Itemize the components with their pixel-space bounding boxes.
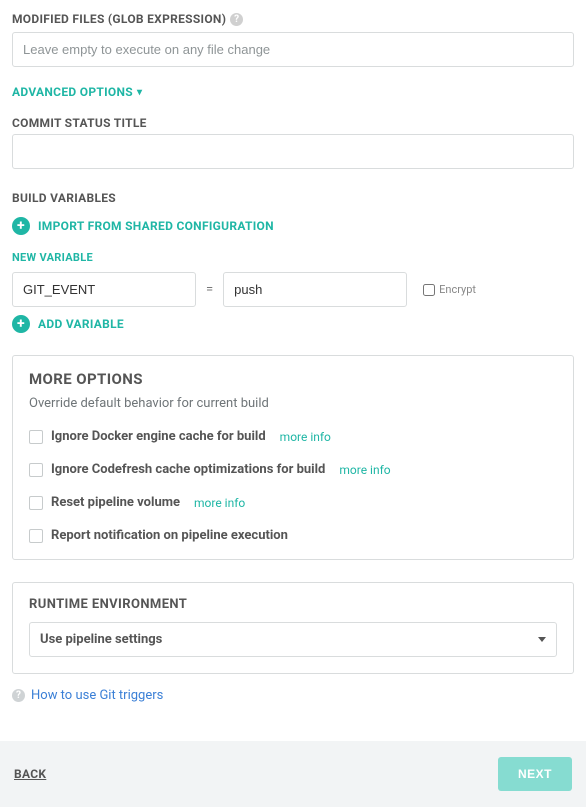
advanced-options-toggle[interactable]: ADVANCED OPTIONS ▾ bbox=[12, 85, 142, 99]
modified-files-label: MODIFIED FILES (GLOB EXPRESSION) bbox=[12, 12, 226, 26]
commit-status-input[interactable] bbox=[12, 134, 574, 169]
chevron-down-icon: ▾ bbox=[137, 87, 142, 98]
more-options-title: MORE OPTIONS bbox=[29, 370, 557, 388]
advanced-options-label: ADVANCED OPTIONS bbox=[12, 85, 133, 99]
ignore-codefresh-cache-label: Ignore Codefresh cache optimizations for… bbox=[51, 462, 325, 477]
report-notification-checkbox[interactable] bbox=[29, 529, 43, 543]
variable-value-input[interactable] bbox=[223, 272, 407, 307]
build-variables-label: BUILD VARIABLES bbox=[12, 191, 116, 205]
next-button[interactable]: NEXT bbox=[498, 757, 572, 791]
back-button[interactable]: BACK bbox=[14, 767, 46, 781]
equals-sign: = bbox=[206, 282, 213, 297]
add-variable-button[interactable]: + ADD VARIABLE bbox=[12, 315, 124, 333]
new-variable-label: NEW VARIABLE bbox=[12, 251, 574, 264]
ignore-docker-cache-label: Ignore Docker engine cache for build bbox=[51, 429, 266, 444]
more-info-link[interactable]: more info bbox=[339, 463, 390, 477]
how-to-use-git-triggers-link[interactable]: ? How to use Git triggers bbox=[12, 688, 163, 703]
footer: BACK NEXT bbox=[0, 741, 586, 807]
more-info-link[interactable]: more info bbox=[280, 430, 331, 444]
runtime-environment-select[interactable]: Use pipeline settings bbox=[29, 622, 557, 657]
more-options-subtitle: Override default behavior for current bu… bbox=[29, 396, 557, 411]
plus-icon: + bbox=[12, 217, 30, 235]
more-info-link[interactable]: more info bbox=[194, 496, 245, 510]
runtime-environment-panel: RUNTIME ENVIRONMENT Use pipeline setting… bbox=[12, 582, 574, 674]
reset-volume-checkbox[interactable] bbox=[29, 496, 43, 510]
modified-files-input[interactable] bbox=[12, 32, 574, 67]
import-shared-config-label: IMPORT FROM SHARED CONFIGURATION bbox=[38, 219, 274, 233]
encrypt-checkbox[interactable] bbox=[423, 284, 435, 296]
commit-status-label: COMMIT STATUS TITLE bbox=[12, 116, 147, 130]
import-shared-config-button[interactable]: + IMPORT FROM SHARED CONFIGURATION bbox=[12, 217, 274, 235]
reset-volume-label: Reset pipeline volume bbox=[51, 495, 180, 510]
encrypt-checkbox-wrap[interactable]: Encrypt bbox=[423, 283, 476, 296]
caret-down-icon bbox=[538, 637, 546, 642]
runtime-environment-title: RUNTIME ENVIRONMENT bbox=[29, 597, 557, 612]
ignore-docker-cache-checkbox[interactable] bbox=[29, 430, 43, 444]
runtime-selected-value: Use pipeline settings bbox=[40, 632, 162, 647]
help-icon[interactable]: ? bbox=[230, 13, 243, 26]
encrypt-label: Encrypt bbox=[439, 283, 476, 296]
plus-icon: + bbox=[12, 315, 30, 333]
help-icon: ? bbox=[12, 689, 25, 702]
variable-key-input[interactable] bbox=[12, 272, 196, 307]
add-variable-label: ADD VARIABLE bbox=[38, 317, 124, 331]
more-options-panel: MORE OPTIONS Override default behavior f… bbox=[12, 355, 574, 560]
ignore-codefresh-cache-checkbox[interactable] bbox=[29, 463, 43, 477]
help-link-text: How to use Git triggers bbox=[31, 688, 163, 703]
report-notification-label: Report notification on pipeline executio… bbox=[51, 528, 288, 543]
